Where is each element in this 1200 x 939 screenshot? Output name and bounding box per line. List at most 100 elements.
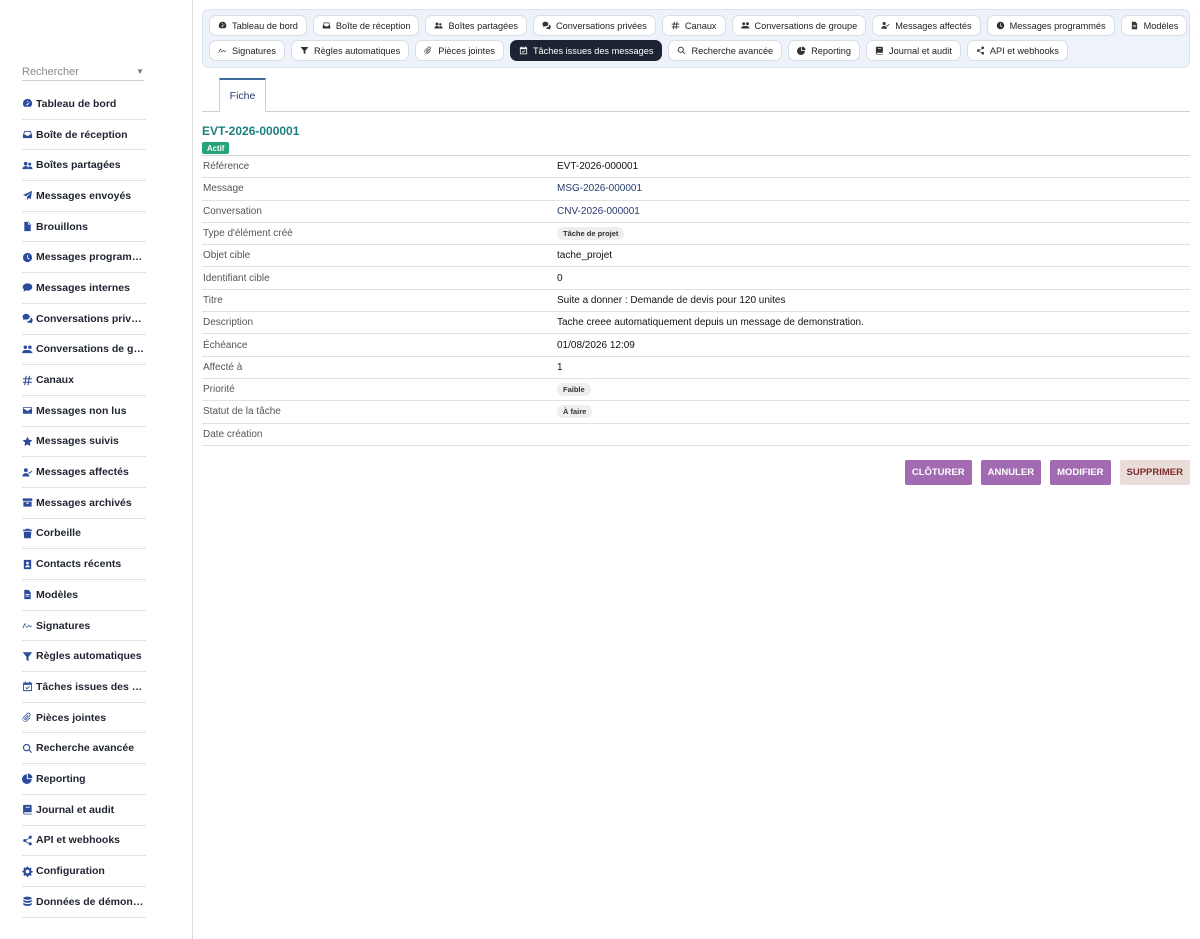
sidebar-item-22[interactable]: Reporting	[22, 764, 146, 795]
sidebar-item-label: Messages non lus	[36, 404, 127, 417]
sidebar-item-label: Messages archivés	[36, 496, 132, 509]
sidebar-item-20[interactable]: Pièces jointes	[22, 703, 146, 734]
field-label: Référence	[203, 161, 250, 173]
top-tab-row1-5[interactable]: Conversations de groupe	[731, 15, 867, 36]
field-label: Titre	[203, 294, 223, 306]
filter-icon	[22, 651, 36, 662]
sidebar-item-label: Tâches issues des messages	[36, 680, 146, 693]
top-tab-row1-7[interactable]: Messages programmés	[986, 15, 1115, 36]
star-icon	[22, 436, 36, 447]
sidebar-item-1[interactable]: Boîte de réception	[22, 120, 146, 151]
top-tab-row2-5[interactable]: Reporting	[788, 40, 861, 61]
content-tabs: Fiche	[202, 77, 1190, 112]
top-tab-label: Règles automatiques	[313, 45, 401, 56]
paperclip-icon	[22, 712, 36, 723]
sidebar-item-6[interactable]: Messages internes	[22, 273, 146, 304]
signature-icon	[218, 46, 232, 55]
field-row: Objet cible tache_projet	[202, 245, 1190, 268]
field-value-link[interactable]: MSG-2026-000001	[557, 183, 642, 194]
sidebar-item-15[interactable]: Contacts récents	[22, 549, 146, 580]
top-nav-row-2: Signatures Règles automatiques Pièces join…	[209, 40, 1183, 61]
field-label: Description	[203, 317, 254, 329]
top-tab-row2-0[interactable]: Signatures	[209, 40, 285, 61]
sidebar-item-23[interactable]: Journal et audit	[22, 795, 146, 826]
gear-icon	[22, 866, 36, 877]
field-label: Message	[203, 183, 244, 195]
field-value-link[interactable]: CNV-2026-000001	[557, 206, 640, 217]
top-tab-row2-2[interactable]: Pièces jointes	[415, 40, 504, 61]
sidebar-item-12[interactable]: Messages affectés	[22, 457, 146, 488]
sidebar-item-label: Journal et audit	[36, 803, 115, 816]
field-row: Priorité Faible	[202, 379, 1190, 402]
search-select[interactable]: Rechercher ▼	[22, 63, 144, 81]
user-group-icon	[740, 21, 755, 30]
sidebar-item-label: Messages envoyés	[36, 189, 132, 202]
sidebar-item-label: Signatures	[36, 619, 91, 632]
sidebar-item-8[interactable]: Conversations de groupe	[22, 335, 146, 366]
top-tab-label: Boîtes partagées	[448, 20, 518, 31]
top-tab-row1-8[interactable]: Modèles	[1120, 15, 1188, 36]
field-value: Tache creee automatiquement depuis un me…	[557, 317, 864, 329]
close-button[interactable]: CLÔTURER	[904, 460, 972, 485]
sidebar-item-16[interactable]: Modèles	[22, 580, 146, 611]
top-tab-row1-4[interactable]: Canaux	[661, 15, 726, 36]
sidebar-item-7[interactable]: Conversations privées	[22, 304, 146, 335]
paperclip-icon	[424, 46, 438, 55]
file-lines-icon	[22, 589, 36, 600]
calendar-check-icon	[22, 681, 36, 692]
comments-icon	[542, 21, 556, 30]
top-tab-row1-3[interactable]: Conversations privées	[532, 15, 656, 36]
top-tab-row2-1[interactable]: Règles automatiques	[290, 40, 410, 61]
field-row: Description Tache creee automatiquement d…	[202, 312, 1190, 335]
sidebar-item-9[interactable]: Canaux	[22, 365, 146, 396]
sidebar-item-label: Conversations de groupe	[36, 343, 146, 356]
archive-icon	[22, 497, 36, 508]
status-badge: Actif	[202, 142, 230, 154]
tab-fiche[interactable]: Fiche	[219, 78, 266, 112]
top-tab-row1-6[interactable]: Messages affectés	[872, 15, 981, 36]
sidebar-item-13[interactable]: Messages archivés	[22, 488, 146, 519]
sidebar-item-5[interactable]: Messages programmés	[22, 242, 146, 274]
sidebar-item-label: Règles automatiques	[36, 650, 142, 663]
sidebar-item-3[interactable]: Messages envoyés	[22, 181, 146, 212]
sidebar-item-25[interactable]: Configuration	[22, 856, 146, 887]
sidebar-item-4[interactable]: Brouillons	[22, 212, 146, 243]
top-tab-label: Journal et audit	[889, 45, 952, 56]
edit-button[interactable]: MODIFIER	[1050, 460, 1111, 485]
sidebar-item-label: Configuration	[36, 865, 105, 878]
sidebar-item-19[interactable]: Tâches issues des messages	[22, 672, 146, 703]
delete-button[interactable]: SUPPRIMER	[1119, 460, 1190, 485]
sidebar-item-0[interactable]: Tableau de bord	[22, 89, 146, 120]
inbox-icon	[322, 21, 336, 30]
sidebar-item-18[interactable]: Règles automatiques	[22, 641, 146, 673]
field-label: Type d'élément créé	[203, 228, 293, 240]
top-tab-row1-1[interactable]: Boîte de réception	[312, 15, 420, 36]
sidebar-item-11[interactable]: Messages suivis	[22, 427, 146, 458]
sidebar-item-2[interactable]: Boîtes partagées	[22, 150, 146, 182]
clock-icon	[22, 252, 36, 263]
top-tab-row1-2[interactable]: Boîtes partagées	[425, 15, 527, 36]
sidebar-item-10[interactable]: Messages non lus	[22, 396, 146, 427]
calendar-check-icon	[519, 46, 533, 55]
field-row: Conversation CNV-2026-000001	[202, 201, 1190, 223]
sidebar-item-17[interactable]: Signatures	[22, 611, 146, 642]
top-tab-label: Reporting	[811, 45, 852, 56]
top-tab-row2-6[interactable]: Journal et audit	[866, 40, 961, 61]
database-icon	[22, 896, 36, 907]
field-label: Date création	[203, 428, 263, 440]
user-check-icon	[22, 467, 36, 478]
sidebar-item-21[interactable]: Recherche avancée	[22, 733, 146, 765]
field-value-pill: À faire	[557, 405, 593, 419]
field-row: Identifiant cible 0	[202, 267, 1190, 290]
search-icon	[22, 743, 36, 754]
sidebar-item-label: Pièces jointes	[36, 711, 107, 724]
sidebar-item-label: Tableau de bord	[36, 97, 117, 110]
sidebar-item-26[interactable]: Données de démonstration	[22, 887, 146, 918]
top-tab-row2-3[interactable]: Tâches issues des messages	[509, 40, 663, 61]
top-tab-row1-0[interactable]: Tableau de bord	[209, 15, 307, 36]
top-tab-row2-7[interactable]: API et webhooks	[966, 40, 1068, 61]
sidebar-item-24[interactable]: API et webhooks	[22, 826, 146, 857]
top-tab-row2-4[interactable]: Recherche avancée	[668, 40, 783, 61]
sidebar-item-14[interactable]: Corbeille	[22, 519, 146, 550]
cancel-button[interactable]: ANNULER	[980, 460, 1042, 485]
